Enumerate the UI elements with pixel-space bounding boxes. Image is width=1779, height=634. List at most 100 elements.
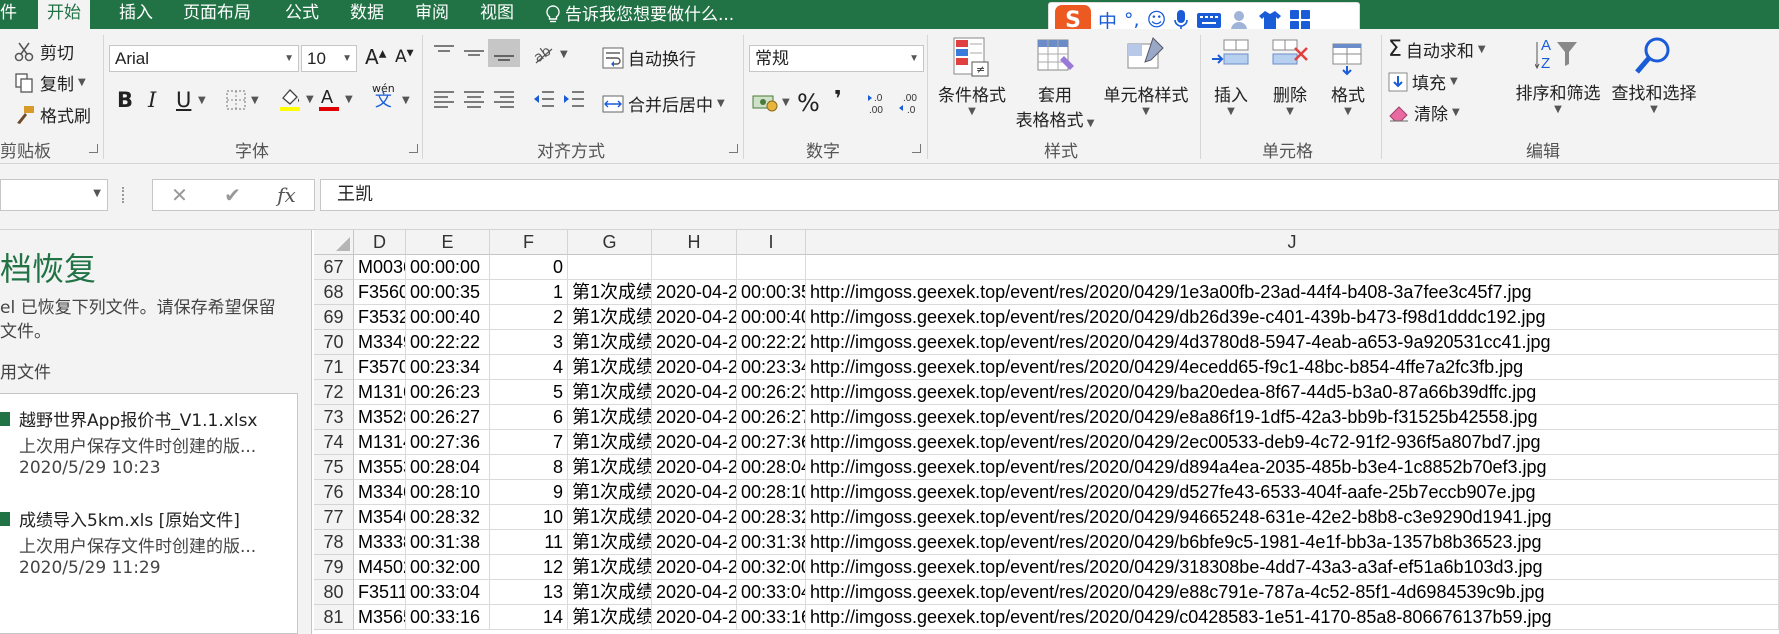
row-header[interactable]: 68 (314, 280, 354, 305)
cell-g[interactable]: 第1次成绩 (568, 530, 652, 555)
percent-style-button[interactable]: % (797, 89, 820, 117)
cell-j[interactable]: http://imgoss.geexek.top/event/res/2020/… (806, 405, 1779, 430)
splitter-handle[interactable] (122, 187, 126, 203)
cell-f[interactable]: 6 (490, 405, 568, 430)
underline-button[interactable]: U (176, 88, 191, 112)
cell-f[interactable]: 13 (490, 580, 568, 605)
dialog-launcher-icon[interactable] (912, 144, 921, 153)
cut-button[interactable]: 剪切 (14, 39, 74, 64)
cell-h[interactable]: 2020-04-2 (652, 355, 737, 380)
cell-j[interactable]: http://imgoss.geexek.top/event/res/2020/… (806, 505, 1779, 530)
cell-d[interactable]: M0036 (354, 255, 406, 280)
cell-e[interactable]: 00:33:04 (406, 580, 490, 605)
cell-f[interactable]: 8 (490, 455, 568, 480)
cell-j[interactable]: http://imgoss.geexek.top/event/res/2020/… (806, 430, 1779, 455)
cell-g[interactable]: 第1次成绩 (568, 380, 652, 405)
cell-i[interactable]: 00:33:04 (737, 580, 806, 605)
fill-color-button[interactable]: ▼ (278, 86, 314, 112)
row-header[interactable]: 80 (314, 580, 354, 605)
cell-g[interactable]: 第1次成绩 (568, 480, 652, 505)
cell-d[interactable]: M3349 (354, 330, 406, 355)
cell-i[interactable]: 00:26:27 (737, 405, 806, 430)
cell-h[interactable]: 2020-04-2 (652, 505, 737, 530)
tab-view[interactable]: 视图 (480, 0, 514, 29)
cell-j[interactable]: http://imgoss.geexek.top/event/res/2020/… (806, 580, 1779, 605)
cell-e[interactable]: 00:22:22 (406, 330, 490, 355)
sort-filter-button[interactable]: AZ 排序和筛选 ▼ (1510, 33, 1606, 115)
cell-e[interactable]: 00:00:00 (406, 255, 490, 280)
keyboard-icon[interactable] (1196, 10, 1222, 30)
grid-icon[interactable] (1289, 9, 1311, 31)
cell-h[interactable]: 2020-04-2 (652, 405, 737, 430)
row-header[interactable]: 76 (314, 480, 354, 505)
tab-formulas[interactable]: 公式 (285, 0, 319, 29)
bold-button[interactable]: B (117, 88, 133, 112)
cell-g[interactable]: 第1次成绩 (568, 330, 652, 355)
cell-j[interactable]: http://imgoss.geexek.top/event/res/2020/… (806, 530, 1779, 555)
cell-f[interactable]: 11 (490, 530, 568, 555)
cell-g[interactable]: 第1次成绩 (568, 405, 652, 430)
dialog-launcher-icon[interactable] (729, 144, 738, 153)
cell-i[interactable]: 00:22:22 (737, 330, 806, 355)
chevron-down-icon[interactable]: ▼ (93, 188, 101, 199)
cell-f[interactable]: 2 (490, 305, 568, 330)
cell-e[interactable]: 00:26:23 (406, 380, 490, 405)
shirt-icon[interactable] (1258, 9, 1282, 31)
cell-g[interactable]: 第1次成绩 (568, 355, 652, 380)
tab-data[interactable]: 数据 (350, 0, 384, 29)
row-header[interactable]: 72 (314, 380, 354, 405)
cell-e[interactable]: 00:33:16 (406, 605, 490, 630)
cell-f[interactable]: 4 (490, 355, 568, 380)
ime-punctuation[interactable]: °, (1124, 9, 1140, 31)
enter-icon[interactable]: ✔ (224, 183, 241, 207)
cell-j[interactable]: http://imgoss.geexek.top/event/res/2020/… (806, 305, 1779, 330)
cell-h[interactable] (652, 255, 737, 280)
row-header[interactable]: 75 (314, 455, 354, 480)
row-header[interactable]: 77 (314, 505, 354, 530)
grow-font-button[interactable]: A▲ (365, 45, 386, 69)
find-select-button[interactable]: 查找和选择 ▼ (1606, 33, 1702, 115)
cell-h[interactable]: 2020-04-2 (652, 580, 737, 605)
tell-me-box[interactable]: 告诉我您想要做什么... (545, 0, 734, 29)
emoji-icon[interactable]: ☺ (1147, 9, 1167, 31)
column-header-e[interactable]: E (406, 230, 490, 255)
chevron-down-icon[interactable]: ▼ (198, 95, 206, 106)
cell-e[interactable]: 00:27:36 (406, 430, 490, 455)
cell-h[interactable]: 2020-04-2 (652, 480, 737, 505)
cell-h[interactable]: 2020-04-2 (652, 305, 737, 330)
copy-button[interactable]: 复制 ▼ (14, 70, 86, 95)
row-header[interactable]: 71 (314, 355, 354, 380)
row-header[interactable]: 73 (314, 405, 354, 430)
cell-d[interactable]: M1314 (354, 430, 406, 455)
cell-i[interactable] (737, 255, 806, 280)
italic-button[interactable]: I (148, 88, 156, 112)
cell-f[interactable]: 14 (490, 605, 568, 630)
cell-d[interactable]: M3540 (354, 505, 406, 530)
cell-d[interactable]: F3570 (354, 355, 406, 380)
cell-d[interactable]: F3532 (354, 305, 406, 330)
row-header[interactable]: 74 (314, 430, 354, 455)
cell-j[interactable]: http://imgoss.geexek.top/event/res/2020/… (806, 280, 1779, 305)
cell-e[interactable]: 00:28:32 (406, 505, 490, 530)
orientation-button[interactable]: ab ▼ (532, 43, 568, 65)
row-header[interactable]: 70 (314, 330, 354, 355)
cell-d[interactable]: M3565 (354, 605, 406, 630)
cell-d[interactable]: M3338 (354, 530, 406, 555)
cell-i[interactable]: 00:28:10 (737, 480, 806, 505)
cell-f[interactable]: 5 (490, 380, 568, 405)
format-as-table-button[interactable]: 套用 表格格式 ▼ (1012, 35, 1098, 131)
middle-align-button[interactable] (462, 43, 486, 63)
conditional-formatting-button[interactable]: ≠ 条件格式 ▼ (932, 35, 1012, 117)
cell-j[interactable]: http://imgoss.geexek.top/event/res/2020/… (806, 480, 1779, 505)
decrease-indent-button[interactable] (532, 89, 556, 109)
increase-decimal-button[interactable]: .0.00 (866, 91, 892, 115)
cell-f[interactable]: 7 (490, 430, 568, 455)
dialog-launcher-icon[interactable] (409, 144, 418, 153)
cell-i[interactable]: 00:23:34 (737, 355, 806, 380)
name-box[interactable]: ▼ (0, 179, 108, 211)
cell-e[interactable]: 00:26:27 (406, 405, 490, 430)
row-header[interactable]: 67 (314, 255, 354, 280)
autosum-button[interactable]: Σ 自动求和 ▼ (1388, 37, 1486, 62)
cell-e[interactable]: 00:31:38 (406, 530, 490, 555)
cell-d[interactable]: M3553 (354, 455, 406, 480)
